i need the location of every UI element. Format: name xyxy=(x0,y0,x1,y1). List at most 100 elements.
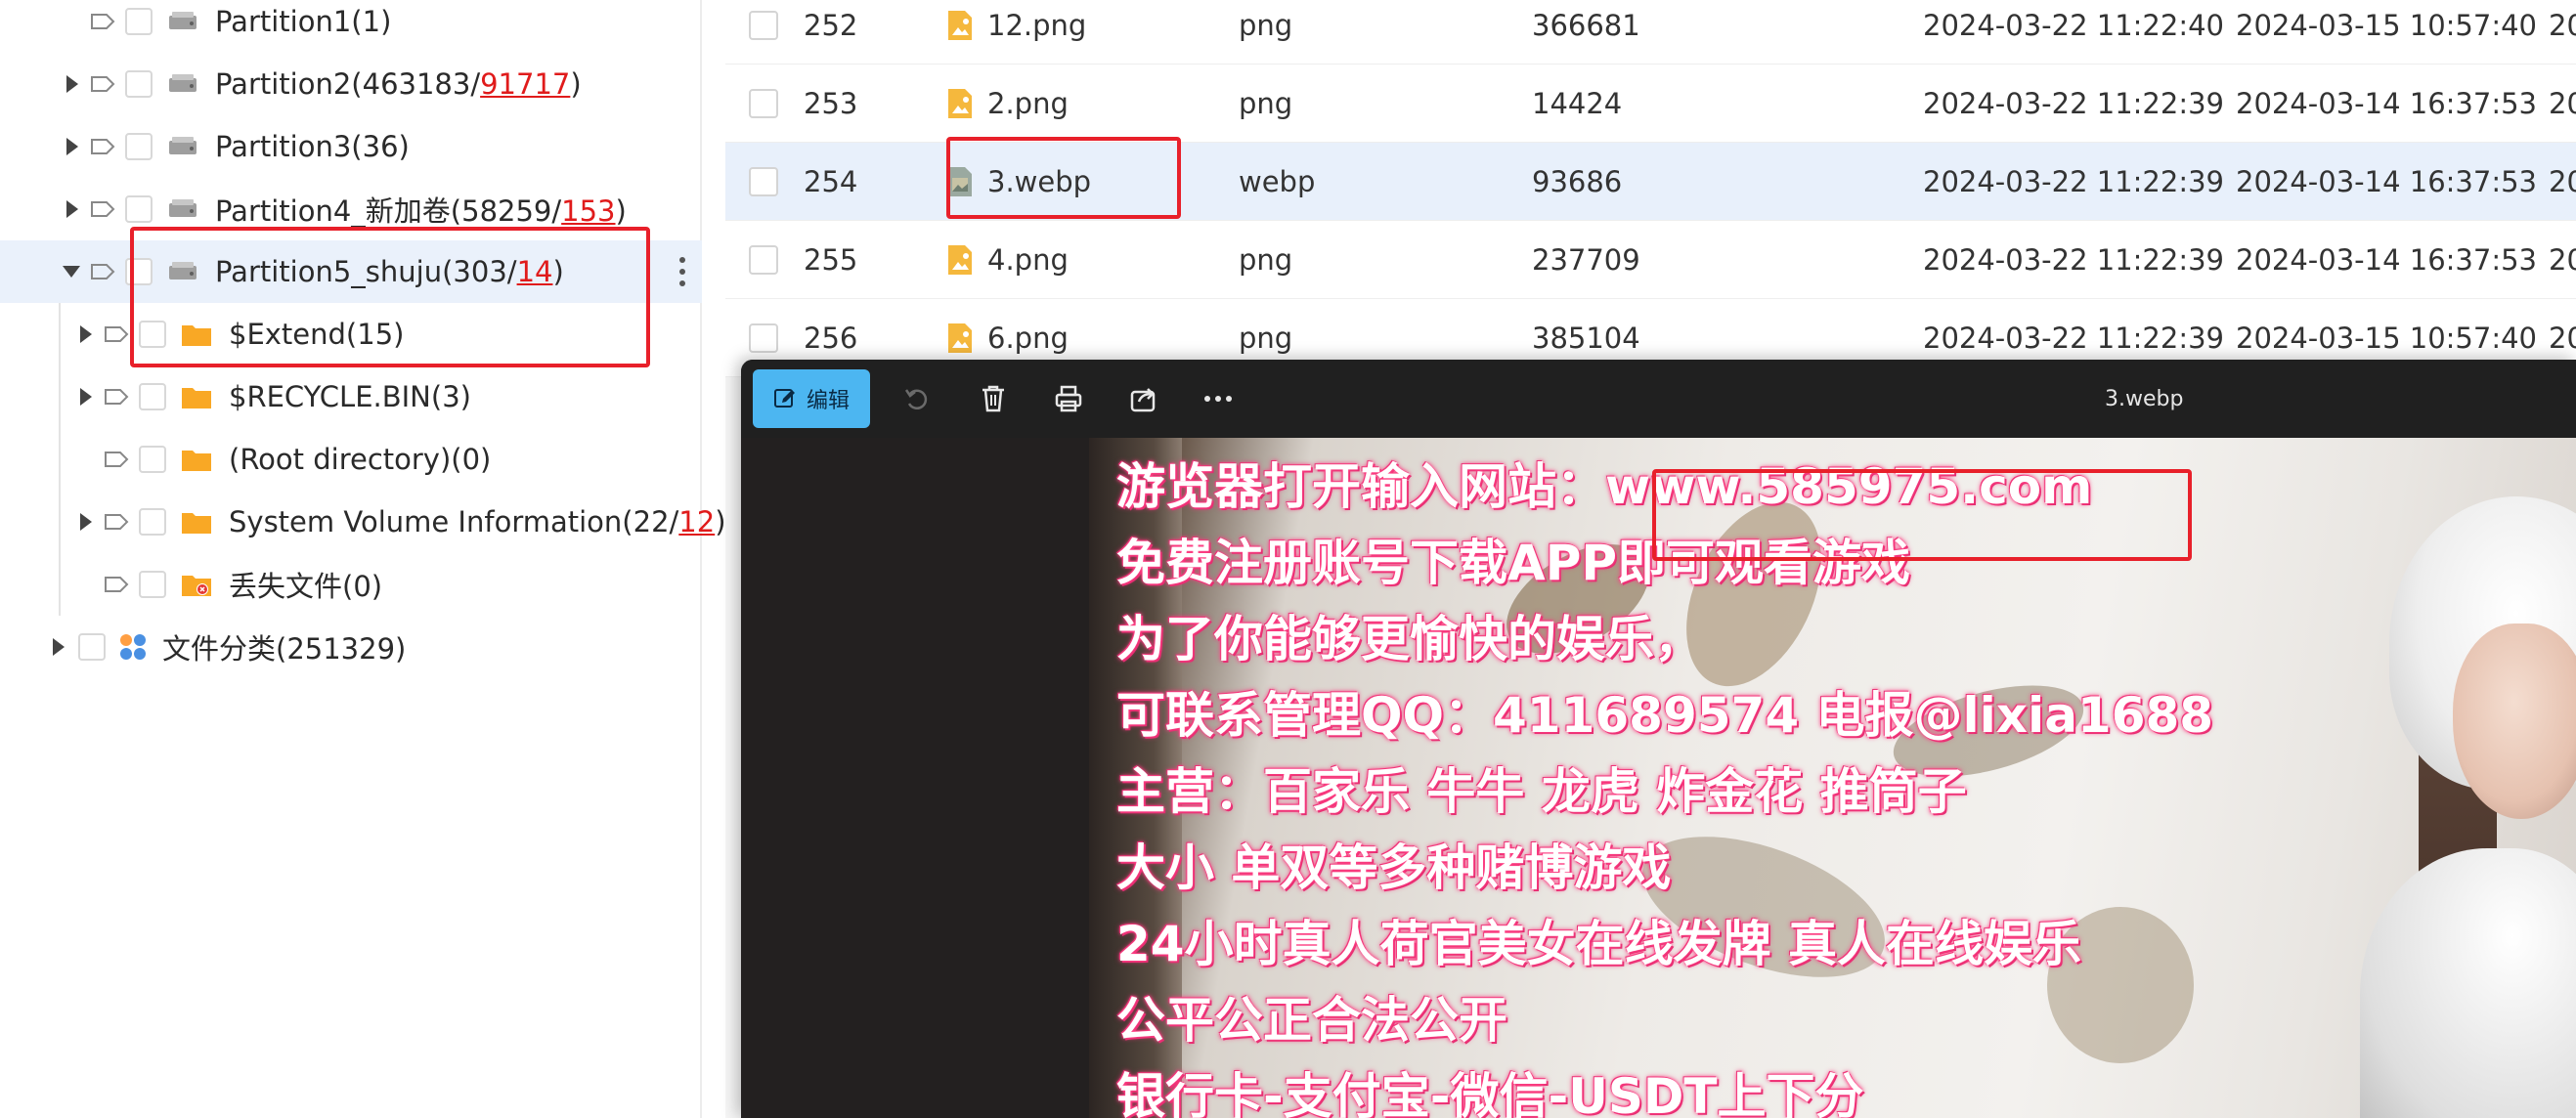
created-time: 2024-03-15 10:57:40 xyxy=(2236,9,2537,42)
tree-item-partition1[interactable]: Partition1(1) xyxy=(0,0,702,53)
image-text-line-4: 可联系管理QQ：411689574 电报@lixia1688 xyxy=(1116,687,2214,744)
tag-icon[interactable] xyxy=(90,263,115,280)
expand-arrow-icon[interactable] xyxy=(53,638,65,656)
row-checkbox[interactable] xyxy=(749,245,778,275)
expand-arrow-icon[interactable] xyxy=(80,388,92,406)
deleted-count[interactable]: 91717 xyxy=(480,67,570,101)
tag-icon[interactable] xyxy=(104,388,129,406)
file-type: webp xyxy=(1239,165,1316,198)
deleted-count[interactable]: 153 xyxy=(561,194,615,228)
delete-icon xyxy=(982,385,1004,412)
tag-icon[interactable] xyxy=(90,13,115,30)
tag-icon[interactable] xyxy=(104,325,129,343)
modified-time: 2024-03-22 11:22:39 xyxy=(1923,243,2224,277)
viewer-title: 3.webp xyxy=(2105,386,2184,411)
tag-icon[interactable] xyxy=(104,513,129,531)
person-coat xyxy=(2360,848,2576,1118)
edit-icon xyxy=(773,389,795,408)
tag-icon[interactable] xyxy=(90,200,115,218)
categories-icon xyxy=(120,634,146,660)
expand-arrow-icon[interactable] xyxy=(66,75,78,93)
file-size: 93686 xyxy=(1532,165,1623,198)
tree-checkbox[interactable] xyxy=(125,258,153,285)
tree-item-label: (Root directory)(0) xyxy=(229,443,492,476)
tag-icon[interactable] xyxy=(90,75,115,93)
more-options-icon[interactable] xyxy=(679,257,685,286)
file-name[interactable]: 4.png xyxy=(987,221,1069,299)
tree-item-label: $RECYCLE.BIN(3) xyxy=(229,380,471,413)
tree-item-partition3[interactable]: Partition3(36) xyxy=(0,115,702,178)
tree-item-label: Partition5_shuju(303/14) xyxy=(215,255,564,288)
tag-icon[interactable] xyxy=(104,451,129,468)
tree-item-system-volume-information[interactable]: System Volume Information(22/12) xyxy=(0,491,726,553)
expand-arrow-icon[interactable] xyxy=(80,325,92,343)
file-size: 366681 xyxy=(1532,9,1640,42)
row-checkbox[interactable] xyxy=(749,11,778,40)
tag-icon[interactable] xyxy=(104,576,129,593)
tag-icon[interactable] xyxy=(90,138,115,155)
rotate-button[interactable] xyxy=(888,369,946,428)
truncated-column: 20 xyxy=(2549,243,2576,277)
tree-item-root-directory[interactable]: (Root directory)(0) xyxy=(0,428,702,491)
collapse-arrow-icon[interactable] xyxy=(63,266,80,278)
delete-button[interactable] xyxy=(964,369,1023,428)
tree-item-file-categories[interactable]: 文件分类(251329) xyxy=(0,616,702,678)
expand-arrow-icon[interactable] xyxy=(80,513,92,531)
tree-checkbox[interactable] xyxy=(125,133,153,160)
tree-item-partition4[interactable]: Partition4_新加卷(58259/153) xyxy=(0,178,702,240)
tree-item-label: $Extend(15) xyxy=(229,318,405,351)
row-id: 255 xyxy=(804,243,858,277)
tree-checkbox[interactable] xyxy=(125,8,153,35)
file-name[interactable]: 2.png xyxy=(987,64,1069,143)
image-text-line-6: 大小 单双等多种赌博游戏 xyxy=(1116,839,1672,896)
deleted-count[interactable]: 12 xyxy=(678,505,715,538)
file-name[interactable]: 3.webp xyxy=(987,143,1091,221)
print-icon xyxy=(1055,385,1082,412)
row-checkbox[interactable] xyxy=(749,167,778,196)
tree-item-partition2[interactable]: Partition2(463183/91717) xyxy=(0,53,702,115)
drive-icon xyxy=(169,137,196,154)
image-text-line-7: 24小时真人荷官美女在线发牌 真人在线娱乐 xyxy=(1116,916,2081,972)
share-button[interactable] xyxy=(1114,369,1173,428)
file-name[interactable]: 12.png xyxy=(987,0,1086,64)
image-text-line-3: 为了你能够更愉快的娱乐， xyxy=(1116,611,1703,667)
tree-item-recycle-bin[interactable]: $RECYCLE.BIN(3) xyxy=(0,366,702,428)
image-text-line-2: 免费注册账号下载APP即可观看游戏 xyxy=(1116,535,1910,591)
file-type: png xyxy=(1239,243,1293,277)
edit-button[interactable]: 编辑 xyxy=(753,369,870,428)
image-text-line-8: 公平公正合法公开 xyxy=(1116,992,1507,1049)
deleted-count[interactable]: 14 xyxy=(517,255,553,288)
share-icon xyxy=(1130,388,1156,412)
tree-item-extend[interactable]: $Extend(15) xyxy=(0,303,702,366)
more-button[interactable] xyxy=(1189,369,1247,428)
tree-checkbox[interactable] xyxy=(139,571,166,598)
drive-icon xyxy=(169,262,196,280)
expand-arrow-icon[interactable] xyxy=(66,138,78,155)
tree-item-label: System Volume Information(22/12) xyxy=(229,505,726,538)
table-row-selected[interactable]: 254 3.webp webp 93686 2024-03-22 11:22:3… xyxy=(725,143,2576,221)
image-file-icon xyxy=(948,89,972,118)
modified-time: 2024-03-22 11:22:40 xyxy=(1923,9,2224,42)
tree-checkbox[interactable] xyxy=(125,195,153,223)
print-button[interactable] xyxy=(1039,369,1098,428)
file-type: png xyxy=(1239,87,1293,120)
tree-checkbox[interactable] xyxy=(139,383,166,410)
expand-arrow-icon[interactable] xyxy=(66,200,78,218)
tree-item-partition5[interactable]: Partition5_shuju(303/14) xyxy=(0,240,702,303)
tree-checkbox[interactable] xyxy=(78,633,106,661)
row-checkbox[interactable] xyxy=(749,323,778,353)
table-row[interactable]: 253 2.png png 14424 2024-03-22 11:22:39 … xyxy=(725,64,2576,143)
drive-icon xyxy=(169,74,196,92)
row-checkbox[interactable] xyxy=(749,89,778,118)
webp-file-icon xyxy=(948,167,972,196)
tree-item-lost-files[interactable]: 丢失文件(0) xyxy=(0,553,702,616)
folder-icon xyxy=(182,451,211,471)
tree-checkbox[interactable] xyxy=(139,321,166,348)
lost-folder-icon xyxy=(182,576,211,596)
tree-checkbox[interactable] xyxy=(139,446,166,473)
tree-checkbox[interactable] xyxy=(125,70,153,98)
tree-checkbox[interactable] xyxy=(139,508,166,536)
folder-icon xyxy=(182,325,211,346)
table-row[interactable]: 255 4.png png 237709 2024-03-22 11:22:39… xyxy=(725,221,2576,299)
table-row[interactable]: 252 12.png png 366681 2024-03-22 11:22:4… xyxy=(725,0,2576,64)
